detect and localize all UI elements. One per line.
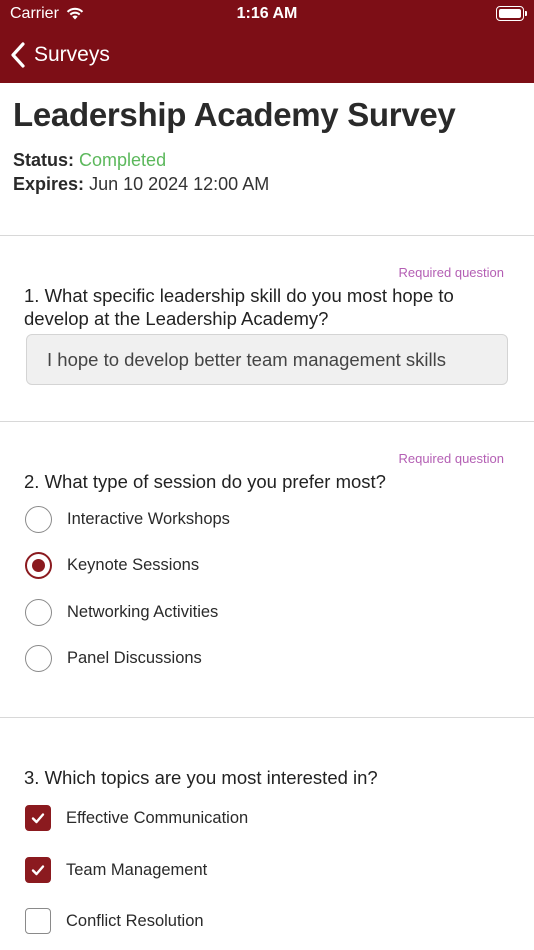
chevron-left-icon	[11, 42, 25, 68]
option-label: Panel Discussions	[67, 648, 202, 667]
option-label: Conflict Resolution	[66, 911, 204, 930]
checkbox-checked[interactable]	[25, 857, 51, 883]
required-question-label: Required question	[398, 451, 504, 466]
checkbox-checked[interactable]	[25, 805, 51, 831]
radio-option-panel-discussions[interactable]: Panel Discussions	[25, 644, 202, 672]
required-question-label: Required question	[398, 265, 504, 280]
status-label: Status:	[13, 150, 75, 170]
divider	[0, 235, 534, 236]
checkbox-option-team-management[interactable]: Team Management	[25, 856, 207, 884]
radio-button[interactable]	[25, 505, 52, 533]
option-label: Effective Communication	[66, 808, 249, 827]
question-1-answer-field[interactable]: I hope to develop better team management…	[26, 334, 508, 385]
option-label: Keynote Sessions	[67, 555, 200, 574]
divider	[0, 717, 534, 718]
checkmark-icon	[31, 813, 45, 824]
question-2-text: 2. What type of session do you prefer mo…	[24, 471, 386, 492]
checkbox[interactable]	[25, 908, 51, 934]
status-bar: Carrier 1:16 AM	[0, 0, 534, 28]
checkbox-option-conflict-resolution[interactable]: Conflict Resolution	[25, 907, 204, 935]
navigation-bar: Surveys	[0, 28, 534, 83]
option-label: Networking Activities	[67, 602, 219, 621]
back-button-label: Surveys	[34, 43, 110, 66]
radio-option-interactive-workshops[interactable]: Interactive Workshops	[25, 505, 230, 533]
page-title: Leadership Academy Survey	[13, 96, 456, 133]
option-label: Team Management	[66, 860, 208, 879]
status-value: Completed	[79, 150, 167, 170]
radio-option-keynote-sessions[interactable]: Keynote Sessions	[25, 551, 199, 579]
back-button[interactable]: Surveys	[10, 40, 110, 70]
radio-option-networking-activities[interactable]: Networking Activities	[25, 598, 218, 626]
survey-status: Status: Completed	[13, 150, 166, 171]
expires-label: Expires:	[13, 174, 85, 194]
divider	[0, 421, 534, 422]
expires-value: Jun 10 2024 12:00 AM	[89, 174, 270, 194]
question-1-text: 1. What specific leadership skill do you…	[24, 285, 454, 329]
battery-icon	[496, 6, 527, 21]
radio-button-selected[interactable]	[25, 551, 52, 579]
option-label: Interactive Workshops	[67, 509, 230, 528]
question-3-text: 3. Which topics are you most interested …	[24, 767, 378, 788]
clock-time: 1:16 AM	[236, 5, 298, 22]
radio-button[interactable]	[25, 598, 52, 626]
checkmark-icon	[31, 865, 45, 876]
radio-button[interactable]	[25, 644, 52, 672]
survey-expires: Expires: Jun 10 2024 12:00 AM	[13, 174, 269, 195]
checkbox-option-effective-communication[interactable]: Effective Communication	[25, 804, 248, 832]
